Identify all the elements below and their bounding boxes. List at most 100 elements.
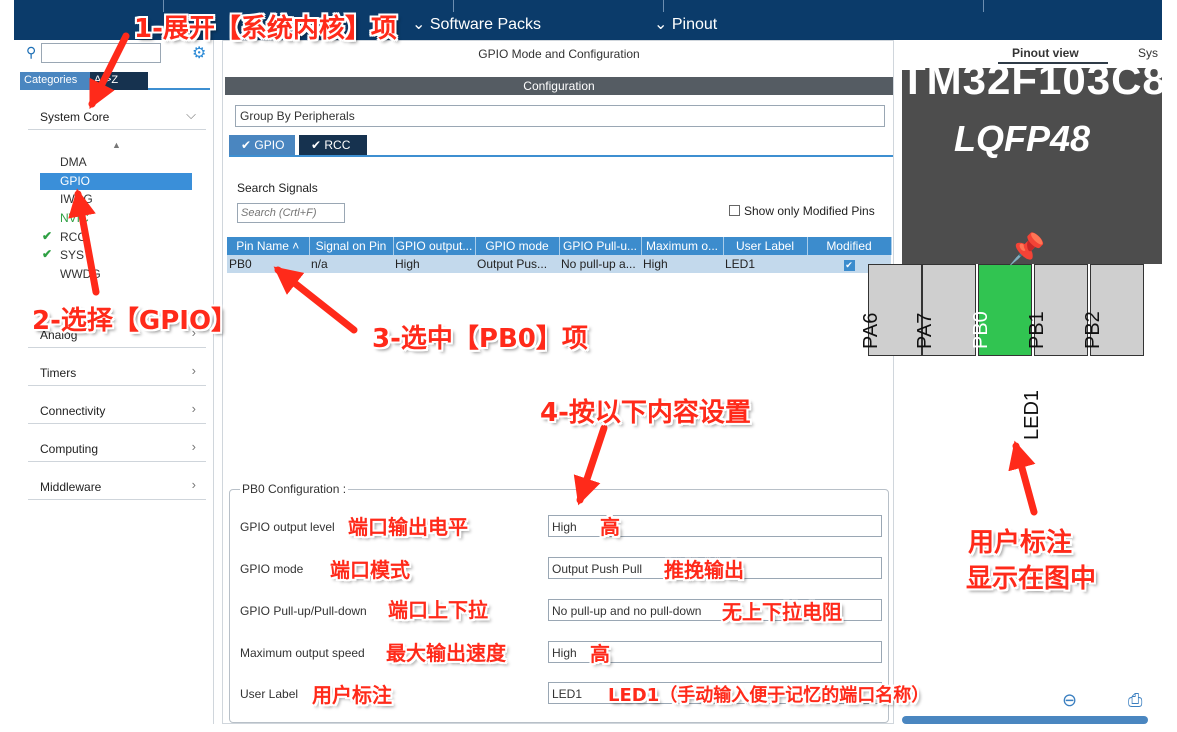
panel-title: GPIO Mode and Configuration: [478, 47, 640, 61]
software-packs-tab[interactable]: ⌄ Software Packs: [412, 14, 541, 34]
annotation-user-label: 用户标注: [312, 683, 392, 707]
peripheral-tabs: ✔ GPIO ✔ RCC: [229, 135, 893, 157]
cell-max-speed: High: [641, 255, 723, 273]
pin-label: PB1: [1026, 311, 1048, 349]
annotation-step1: 1-展开【系统内核】项: [134, 14, 397, 44]
checkbox-checked-icon[interactable]: ✔: [843, 260, 855, 271]
annotation-mode: 端口模式: [330, 558, 410, 582]
annotation-user-label-value: LED1（手动输入便于记忆的端口名称）: [608, 685, 930, 706]
pull-label: GPIO Pull-up/Pull-down: [240, 604, 367, 618]
category-label: Connectivity: [40, 404, 106, 418]
chevron-down-icon: ⌄: [412, 16, 430, 33]
category-search-input[interactable]: [41, 43, 161, 63]
chevron-down-icon: ⌵: [186, 107, 196, 122]
export-icon[interactable]: ⎙: [1128, 690, 1142, 711]
annotation-level: 端口输出电平: [348, 515, 468, 539]
category-middleware[interactable]: Middleware ›: [28, 472, 206, 500]
search-signals-input[interactable]: [237, 203, 345, 223]
tab-system-view[interactable]: Sys: [1138, 46, 1158, 60]
pin-label: PA6: [860, 312, 882, 349]
pin-label: PB2: [1082, 311, 1104, 349]
pinout-menu-tab[interactable]: ⌄ Pinout: [654, 14, 717, 34]
group-by-select[interactable]: Group By Peripherals: [235, 105, 885, 127]
pin-label: PA7: [914, 312, 936, 349]
search-signals-label: Search Signals: [237, 181, 318, 195]
sidebar-item-wwdg[interactable]: WWDG: [40, 266, 192, 283]
annotation-shown-line2: 显示在图中: [966, 564, 1097, 594]
category-label: Computing: [40, 442, 99, 456]
column-header[interactable]: User Label: [723, 237, 808, 255]
zoom-out-icon[interactable]: ⊖: [1062, 690, 1077, 711]
annotation-step4: 4-按以下内容设置: [540, 398, 751, 428]
annotation-speed: 最大输出速度: [386, 641, 506, 665]
show-modified-checkbox[interactable]: Show only Modified Pins: [729, 204, 875, 218]
column-header[interactable]: Signal on Pin: [309, 237, 394, 255]
chevron-right-icon: ›: [191, 477, 196, 492]
check-icon: ✔: [42, 247, 53, 261]
sidebar-item-sys[interactable]: ✔ SYS: [40, 247, 192, 264]
pin-pb2[interactable]: PB2: [1082, 264, 1144, 356]
category-tabs: Categories A->Z: [20, 72, 210, 90]
tab-label: GPIO: [254, 138, 285, 152]
sidebar-item-label: SYS: [60, 248, 85, 262]
column-header[interactable]: Pin Name ˄: [227, 237, 310, 255]
chip-name: TM32F103C8: [902, 68, 1162, 103]
output-level-select[interactable]: High: [548, 515, 882, 537]
signal-table: Pin Name ˄ Signal on Pin GPIO output... …: [227, 237, 892, 273]
pin-user-label: LED1: [1021, 380, 1048, 440]
pin-pb0[interactable]: PB0: [970, 264, 1032, 356]
category-computing[interactable]: Computing ›: [28, 434, 206, 462]
column-header[interactable]: GPIO output...: [393, 237, 476, 255]
active-tab-indicator: [998, 62, 1108, 64]
sidebar-item-iwdg[interactable]: IWDG: [40, 191, 192, 208]
cell-output-level: High: [393, 255, 475, 273]
category-connectivity[interactable]: Connectivity ›: [28, 396, 206, 424]
sidebar-item-rcc[interactable]: ✔ RCC: [40, 229, 192, 246]
check-circle-icon: ✔: [311, 138, 325, 152]
checkbox-box[interactable]: [729, 205, 740, 216]
tab-rcc[interactable]: ✔ RCC: [299, 135, 367, 155]
gear-icon[interactable]: ⚙: [192, 43, 206, 63]
category-label: Middleware: [40, 480, 102, 494]
cell-user-label: LED1: [723, 255, 807, 273]
pinout-panel: Pinout view Sys TM32F103C8 LQFP48 PA6 PA…: [860, 40, 1162, 724]
category-label: Timers: [40, 366, 77, 380]
chevron-down-icon: ⌄: [654, 16, 672, 33]
sidebar-item-dma[interactable]: DMA: [40, 154, 192, 171]
user-label-label: User Label: [240, 687, 299, 701]
pinout-menu-label: Pinout: [671, 16, 718, 33]
category-system-core[interactable]: System Core ⌵: [28, 102, 206, 130]
annotation-level-value: 高: [600, 515, 620, 539]
category-timers[interactable]: Timers ›: [28, 358, 206, 386]
pin-strip: PA6 PA7 PB0 PB1 PB2: [860, 264, 1162, 356]
category-label: System Core: [40, 110, 110, 124]
menu-tab-segment[interactable]: [664, 0, 984, 12]
tab-label: RCC: [324, 138, 351, 152]
column-header[interactable]: GPIO mode: [475, 237, 560, 255]
tab-categories[interactable]: Categories: [20, 72, 90, 90]
table-row[interactable]: PB0 n/a High Output Pus... No pull-up a.…: [227, 255, 891, 273]
pin-pa7[interactable]: PA7: [914, 264, 976, 356]
tab-pinout-view[interactable]: Pinout view: [1012, 46, 1079, 60]
chevron-right-icon: ›: [191, 401, 196, 416]
sidebar-item-nvic[interactable]: NVIC: [40, 210, 192, 227]
column-header[interactable]: Maximum o...: [641, 237, 724, 255]
column-header[interactable]: Modified: [807, 237, 892, 255]
pin-pb1[interactable]: PB1: [1026, 264, 1088, 356]
annotation-pull: 端口上下拉: [388, 598, 488, 622]
annotation-speed-value: 高: [590, 642, 610, 666]
horizontal-scrollbar[interactable]: [902, 716, 1148, 724]
scroll-up-icon[interactable]: ▲: [112, 140, 121, 150]
category-panel: ⚲ ⚙ Categories A->Z System Core ⌵ ▲ DMA …: [14, 40, 214, 724]
tab-a-to-z[interactable]: A->Z: [90, 72, 148, 90]
check-circle-icon: ✔: [241, 138, 255, 152]
cell-mode: Output Pus...: [475, 255, 559, 273]
tab-gpio[interactable]: ✔ GPIO: [229, 135, 295, 155]
menu-tab-segment[interactable]: [454, 0, 664, 12]
checkbox-label: Show only Modified Pins: [744, 204, 875, 218]
annotation-step3: 3-选中【PB0】项: [372, 324, 588, 354]
cell-signal: n/a: [309, 255, 393, 273]
sidebar-item-gpio[interactable]: GPIO: [40, 173, 192, 190]
column-header[interactable]: GPIO Pull-u...: [559, 237, 642, 255]
annotation-step2: 2-选择【GPIO】: [32, 306, 238, 336]
